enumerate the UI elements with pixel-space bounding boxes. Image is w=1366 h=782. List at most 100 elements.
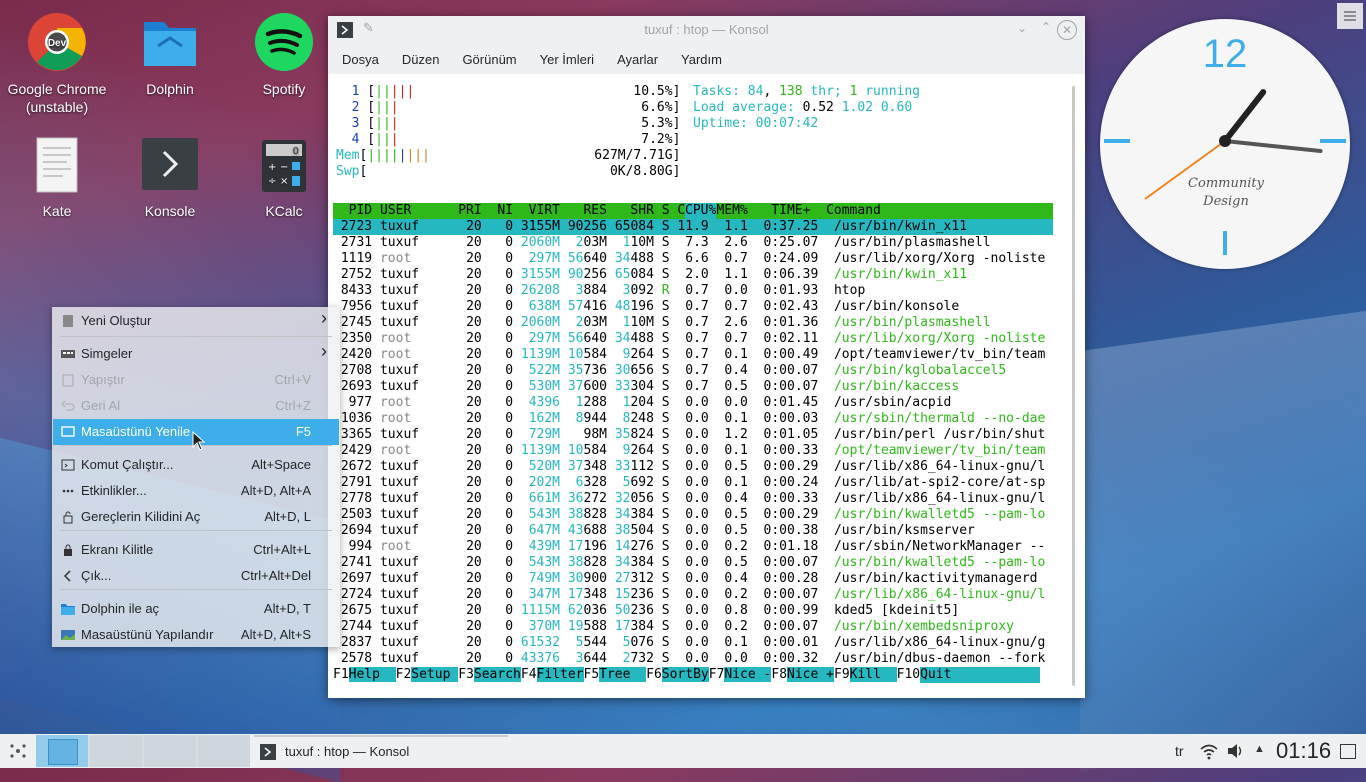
system-tray-expand-icon[interactable]: ▲	[1254, 743, 1265, 755]
fkey-label[interactable]: Nice -	[724, 667, 772, 682]
desktop-icon-kate[interactable]: Kate	[2, 126, 112, 220]
wifi-icon[interactable]	[1199, 742, 1219, 763]
close-icon[interactable]: ✕	[1057, 20, 1077, 40]
menu-ayarlar[interactable]: Ayarlar	[617, 52, 658, 67]
process-row[interactable]: 2723 tuxuf 20 0 3155M 90256 65084 S 11.9…	[333, 219, 1053, 235]
pager-desktop-2[interactable]	[90, 735, 142, 767]
desktop-icon-label: Google Chrome (unstable)	[7, 81, 107, 115]
minimize-icon[interactable]: ⌄	[1017, 21, 1027, 35]
menu-item-shortcut: Alt+Space	[251, 457, 311, 472]
process-row[interactable]: 2503 tuxuf 20 0 543M 38828 34384 S 0.0 0…	[333, 507, 1053, 523]
menu-yardim[interactable]: Yardım	[681, 52, 722, 67]
terminal-area[interactable]: 1 [||||| 10.5%] 2 [||| 6.6%] 3 [||| 5.3%…	[333, 78, 1068, 688]
window-title: tuxuf : htop — Konsol	[644, 22, 769, 37]
process-row[interactable]: 2752 tuxuf 20 0 3155M 90256 65084 S 2.0 …	[333, 267, 1053, 283]
maximize-icon[interactable]: ⌃	[1041, 20, 1051, 34]
desktop-icon-label: Dolphin	[146, 81, 194, 97]
scrollbar[interactable]	[1072, 86, 1075, 686]
virtual-desktop-pager[interactable]	[36, 735, 250, 767]
process-row[interactable]: 977 root 20 0 4396 1288 1204 S 0.0 0.0 0…	[333, 395, 1053, 411]
process-row[interactable]: 2697 tuxuf 20 0 749M 30900 27312 S 0.0 0…	[333, 571, 1053, 587]
process-row[interactable]: 2778 tuxuf 20 0 661M 36272 32056 S 0.0 0…	[333, 491, 1053, 507]
process-row[interactable]: 2672 tuxuf 20 0 520M 37348 33112 S 0.0 0…	[333, 459, 1053, 475]
show-desktop-icon[interactable]	[1340, 744, 1356, 759]
process-command: /usr/bin/konsole	[833, 299, 960, 314]
process-row[interactable]: 2731 tuxuf 20 0 2060M 203M 110M S 7.3 2.…	[333, 235, 1053, 251]
process-row[interactable]: 2429 root 20 0 1139M 10584 9264 S 0.0 0.…	[333, 443, 1053, 459]
pager-desktop-1[interactable]	[36, 735, 88, 767]
fkey-label[interactable]: Quit	[920, 667, 1041, 683]
process-row[interactable]: 7956 tuxuf 20 0 638M 57416 48196 S 0.7 0…	[333, 299, 1053, 315]
process-row[interactable]: 8433 tuxuf 20 0 26208 3884 3092 R 0.7 0.…	[333, 283, 1053, 299]
window-titlebar[interactable]: ✎ tuxuf : htop — Konsol ⌄ ⌃ ✕	[328, 16, 1085, 44]
fkey-label[interactable]: SortBy	[661, 667, 709, 682]
menu-duzen[interactable]: Düzen	[402, 52, 440, 67]
process-row[interactable]: 2744 tuxuf 20 0 370M 19588 17384 S 0.0 0…	[333, 619, 1053, 635]
fkey-label[interactable]: Nice +	[787, 667, 834, 682]
fkey-label[interactable]: Kill	[849, 667, 897, 682]
desktop-icon-konsole[interactable]: Konsole	[115, 126, 225, 220]
desktop-icon-chrome[interactable]: Dev Google Chrome (unstable)	[2, 4, 112, 116]
fkey-label[interactable]: Search	[473, 667, 521, 682]
desktop-context-menu: Yeni Oluştur › Simgeler › Yapıştır Ctrl+V Geri…	[52, 307, 340, 647]
menu-item-label: Çık...	[81, 568, 112, 583]
menu-item-unlock[interactable]: Gereçlerin Kilidini Aç Alt+D, L	[53, 504, 339, 530]
clock-time[interactable]: 01:16	[1276, 738, 1331, 764]
menu-yer-imleri[interactable]: Yer İmleri	[540, 52, 594, 67]
process-row[interactable]: 2741 tuxuf 20 0 543M 38828 34384 S 0.0 0…	[333, 555, 1053, 571]
process-row[interactable]: 2693 tuxuf 20 0 530M 37600 33304 S 0.7 0…	[333, 379, 1053, 395]
menu-item-lock[interactable]: Ekranı Kilitle Ctrl+Alt+L	[53, 537, 339, 563]
menu-dosya[interactable]: Dosya	[342, 52, 379, 67]
fkey-label[interactable]: Tree	[599, 667, 647, 682]
process-row[interactable]: 1119 root 20 0 297M 56640 34488 S 6.6 0.…	[333, 251, 1053, 267]
cpu-meter: 2 [||| 6.6%]	[336, 100, 681, 115]
process-row[interactable]: 2675 tuxuf 20 0 1115M 62036 50236 S 0.0 …	[333, 603, 1053, 619]
clock-twelve: 12	[1203, 32, 1248, 76]
process-command: /opt/teamviewer/tv_bin/team	[833, 347, 1046, 362]
process-row[interactable]: 2837 tuxuf 20 0 61532 5544 5076 S 0.0 0.…	[333, 635, 1053, 651]
menu-item-icons-grid[interactable]: Simgeler ›	[53, 341, 339, 367]
clock-minute-hand	[1223, 139, 1323, 154]
fkey-label[interactable]: Help	[348, 667, 396, 682]
desktop-icon-dolphin[interactable]: Dolphin	[115, 4, 225, 98]
pager-desktop-4[interactable]	[198, 735, 250, 767]
fkey-label[interactable]: Filter	[536, 667, 584, 682]
process-command: htop	[833, 283, 866, 298]
process-row[interactable]: 2708 tuxuf 20 0 522M 35736 30656 S 0.7 0…	[333, 363, 1053, 379]
refresh-desktop-icon	[61, 425, 75, 439]
icons-grid-icon	[61, 347, 75, 361]
process-command: /usr/bin/kwin_x11	[833, 267, 968, 282]
process-row[interactable]: 2724 tuxuf 20 0 347M 17348 15236 S 0.0 0…	[333, 587, 1053, 603]
analog-clock-widget[interactable]: 12 Community Design	[1100, 19, 1350, 269]
konsole-window[interactable]: ✎ tuxuf : htop — Konsol ⌄ ⌃ ✕ Dosya Düze…	[328, 16, 1085, 698]
fkey-label[interactable]: Setup	[411, 667, 459, 682]
process-row[interactable]: 2420 root 20 0 1139M 10584 9264 S 0.7 0.…	[333, 347, 1053, 363]
process-row[interactable]: 2578 tuxuf 20 0 43376 3644 2732 S 0.0 0.…	[333, 651, 1053, 667]
pager-desktop-3[interactable]	[144, 735, 196, 767]
process-row[interactable]: 994 root 20 0 439M 17196 14276 S 0.0 0.2…	[333, 539, 1053, 555]
process-row[interactable]: 2791 tuxuf 20 0 202M 6328 5692 S 0.0 0.1…	[333, 475, 1053, 491]
fkey-f2: F2	[395, 667, 412, 682]
process-row[interactable]: 2745 tuxuf 20 0 2060M 203M 110M S 0.7 2.…	[333, 315, 1053, 331]
menu-item-run-command[interactable]: Komut Çalıştır... Alt+Space	[53, 452, 339, 478]
process-row[interactable]: 3365 tuxuf 20 0 729M 98M 35824 S 0.0 1.2…	[333, 427, 1053, 443]
menu-item-new-document[interactable]: Yeni Oluştur ›	[53, 308, 339, 334]
menu-item-activities[interactable]: Etkinlikler... Alt+D, Alt+A	[53, 478, 339, 504]
menu-item-logout[interactable]: Çık... Ctrl+Alt+Del	[53, 563, 339, 589]
menu-item-label: Etkinlikler...	[81, 483, 147, 498]
menu-item-wallpaper[interactable]: Masaüstünü Yapılandır Alt+D, Alt+S	[53, 622, 339, 648]
desktop-icon-kcalc[interactable]: 0 + − ÷ × KCalc	[229, 126, 339, 220]
menu-gorunum[interactable]: Görünüm	[462, 52, 516, 67]
volume-icon[interactable]	[1226, 742, 1244, 763]
desktop-icon-spotify[interactable]: Spotify	[229, 4, 339, 98]
task-konsole[interactable]: tuxuf : htop — Konsol	[254, 735, 508, 769]
wallpaper-shape	[1080, 308, 1366, 772]
menu-item-folder[interactable]: Dolphin ile aç Alt+D, T	[53, 596, 339, 622]
fkey-f5: F5	[583, 667, 600, 682]
application-launcher-icon[interactable]	[8, 741, 28, 764]
process-row[interactable]: 2350 root 20 0 297M 56640 34488 S 0.7 0.…	[333, 331, 1053, 347]
desktop-toolbox-button[interactable]	[1337, 3, 1363, 29]
keyboard-layout[interactable]: tr	[1175, 743, 1184, 759]
process-row[interactable]: 2694 tuxuf 20 0 647M 43688 38504 S 0.0 0…	[333, 523, 1053, 539]
process-row[interactable]: 1036 root 20 0 162M 8944 8248 S 0.0 0.1 …	[333, 411, 1053, 427]
